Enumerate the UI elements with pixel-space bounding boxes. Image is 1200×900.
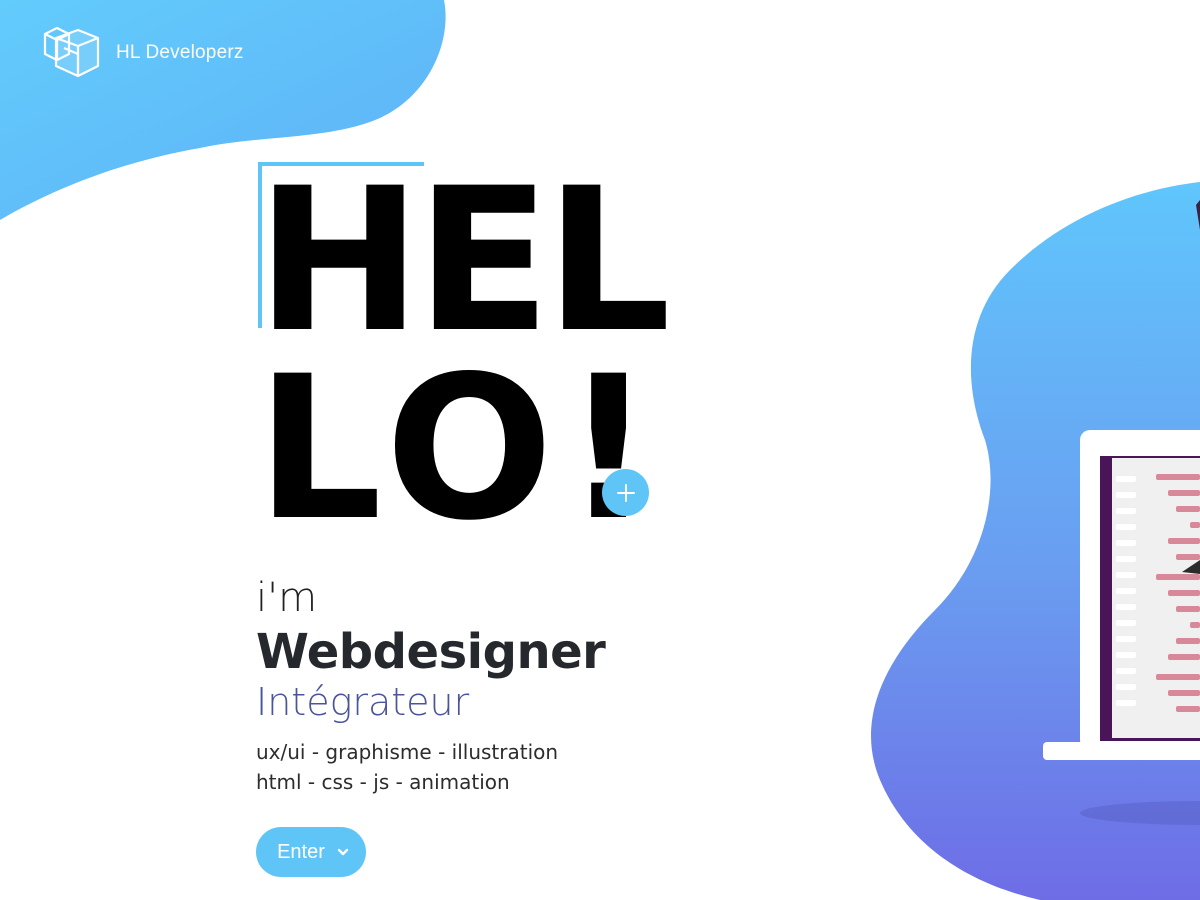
chevron-down-icon (337, 848, 349, 856)
role-secondary: Intégrateur (256, 680, 470, 724)
enter-button[interactable]: Enter (256, 827, 366, 877)
headline-line-2: LO! (256, 333, 664, 564)
skills-line-2: html - css - js - animation (256, 770, 510, 794)
brand-logo[interactable]: HL Developerz (42, 24, 244, 82)
intro-text: i'm (256, 575, 318, 621)
brand-name: HL Developerz (116, 42, 244, 63)
laptop-icon (1043, 200, 1200, 825)
headline-line-1: HEL (256, 145, 671, 376)
plus-icon (616, 483, 635, 502)
enter-button-label: Enter (277, 840, 325, 863)
role-primary: Webdesigner (256, 624, 606, 680)
plus-button[interactable] (602, 469, 649, 516)
skills-line-1: ux/ui - graphisme - illustration (256, 740, 559, 764)
right-blob-shape (871, 182, 1200, 900)
cube-stack-icon (43, 26, 100, 78)
